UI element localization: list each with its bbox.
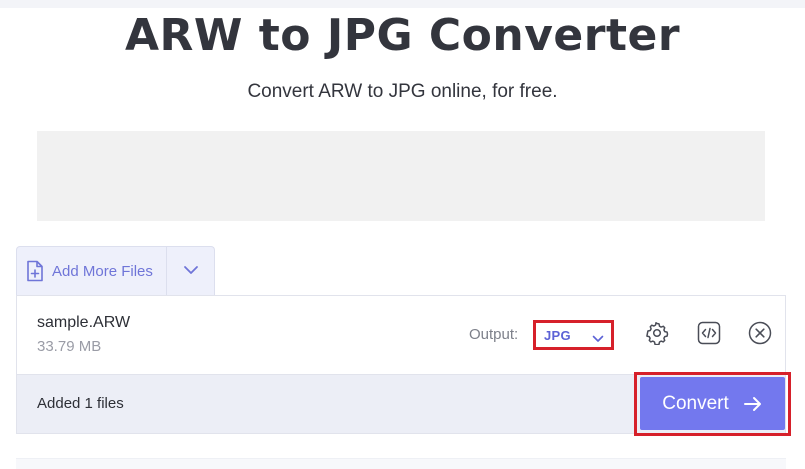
close-circle-icon — [748, 321, 772, 350]
ad-placeholder — [37, 131, 765, 221]
add-more-files-label: Add More Files — [52, 262, 153, 280]
add-files-group: Add More Files — [16, 246, 215, 295]
output-format-value: JPG — [544, 327, 571, 343]
file-plus-icon — [26, 260, 44, 282]
output-format-select[interactable]: JPG — [533, 320, 614, 350]
next-panel-edge — [16, 458, 786, 469]
add-more-files-button[interactable]: Add More Files — [17, 247, 167, 295]
file-row: sample.ARW 33.79 MB Output: JPG — [16, 295, 786, 375]
page-subtitle: Convert ARW to JPG online, for free. — [247, 81, 558, 102]
page-title: ARW to JPG Converter — [124, 10, 681, 61]
remove-file-button[interactable] — [747, 321, 773, 350]
top-band — [0, 0, 805, 8]
output-label: Output: — [469, 326, 519, 343]
convert-label: Convert — [662, 392, 729, 414]
converter-page: ARW to JPG Converter Convert ARW to JPG … — [0, 0, 805, 469]
add-source-dropdown-button[interactable] — [167, 247, 214, 295]
file-size: 33.79 MB — [37, 338, 102, 355]
settings-button[interactable] — [644, 321, 670, 350]
convert-button[interactable]: Convert — [640, 377, 785, 430]
settings-icon — [645, 321, 669, 350]
chevron-down-icon — [592, 330, 604, 348]
chevron-down-icon — [183, 262, 199, 280]
code-icon — [697, 321, 721, 350]
arrow-right-icon — [743, 396, 763, 412]
added-files-count: Added 1 files — [37, 395, 124, 412]
file-name: sample.ARW — [37, 314, 131, 331]
embed-code-button[interactable] — [696, 321, 722, 350]
